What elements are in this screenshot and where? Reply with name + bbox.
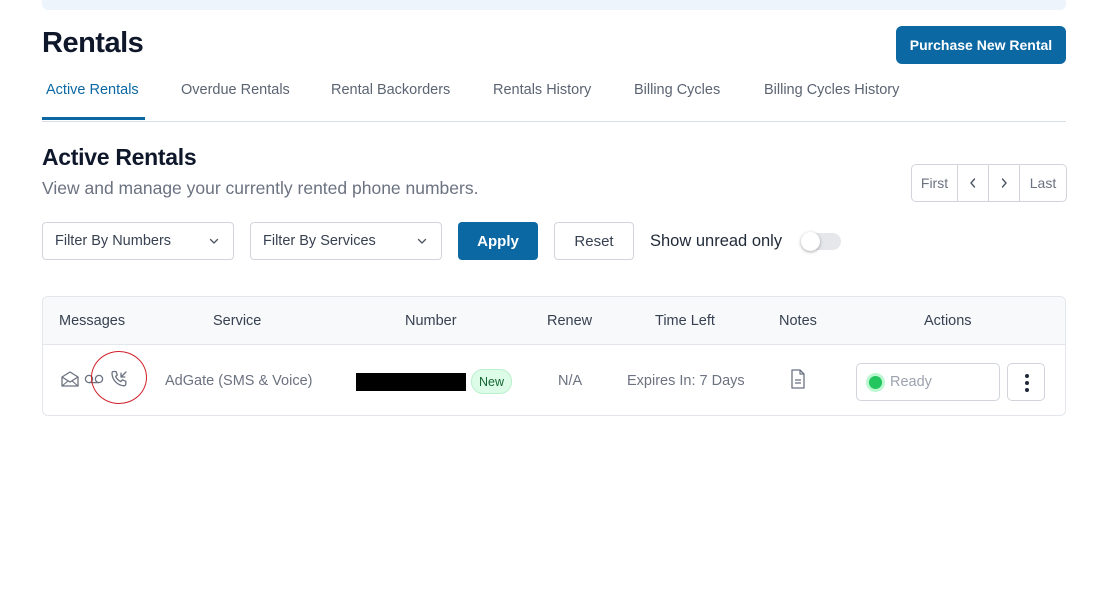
chevron-down-icon [417,238,427,244]
status-select[interactable]: Ready [856,363,1000,401]
kebab-dot [1025,374,1029,378]
service-cell: AdGate (SMS & Voice) [165,373,313,389]
show-unread-label: Show unread only [650,232,783,250]
show-unread-toggle[interactable] [801,232,841,251]
pagination: First Last [911,164,1067,202]
pager-next-button[interactable] [989,165,1020,201]
section-title: Active Rentals [42,144,197,170]
header-renew: Renew [547,313,593,329]
rentals-table: Messages Service Number Renew Time Left … [42,296,1066,416]
incoming-call-icon[interactable] [109,369,129,389]
toggle-knob [801,232,820,251]
voicemail-icon[interactable] [84,373,104,385]
chevron-right-icon [1001,178,1007,188]
header-messages: Messages [59,313,126,329]
header-number: Number [405,313,457,329]
chevron-left-icon [970,178,976,188]
reset-button[interactable]: Reset [554,222,634,260]
table-header: Messages Service Number Renew Time Left … [43,297,1065,345]
tab-billing-cycles-history[interactable]: Billing Cycles History [764,82,899,98]
section-subtitle: View and manage your currently rented ph… [42,178,479,198]
header-notes: Notes [779,313,817,329]
new-badge: New [471,369,512,394]
kebab-dot [1025,388,1029,392]
purchase-new-rental-button[interactable]: Purchase New Rental [896,26,1066,64]
more-actions-button[interactable] [1007,363,1045,401]
apply-button[interactable]: Apply [458,222,538,260]
status-dot [869,376,882,389]
tab-rental-backorders[interactable]: Rental Backorders [331,82,450,98]
filter-by-services-select[interactable]: Filter By Services [250,222,442,260]
pager-first-button[interactable]: First [912,165,958,201]
active-tab-indicator [42,117,145,120]
filter-by-services-label: Filter By Services [263,233,376,249]
filter-by-numbers-label: Filter By Numbers [55,233,172,249]
envelope-icon[interactable] [60,370,80,388]
tab-rentals-history[interactable]: Rentals History [493,82,591,98]
document-icon[interactable] [789,368,807,390]
tab-active-rentals[interactable]: Active Rentals [46,82,139,98]
tab-billing-cycles[interactable]: Billing Cycles [634,82,720,98]
status-label: Ready [890,374,932,390]
redacted-number [356,373,466,391]
top-banner [42,0,1066,10]
pager-last-button[interactable]: Last [1020,165,1066,201]
header-time-left: Time Left [655,313,715,329]
chevron-down-icon [209,238,219,244]
page-title: Rentals [42,27,144,59]
header-actions: Actions [924,313,972,329]
header-service: Service [213,313,262,329]
filter-by-numbers-select[interactable]: Filter By Numbers [42,222,234,260]
rental-tabs: Active Rentals Overdue Rentals Rental Ba… [42,78,1066,122]
pager-prev-button[interactable] [958,165,989,201]
time-left-cell: Expires In: 7 Days [627,373,745,389]
renew-cell: N/A [558,373,583,389]
tab-overdue-rentals[interactable]: Overdue Rentals [181,82,290,98]
kebab-dot [1025,381,1029,385]
